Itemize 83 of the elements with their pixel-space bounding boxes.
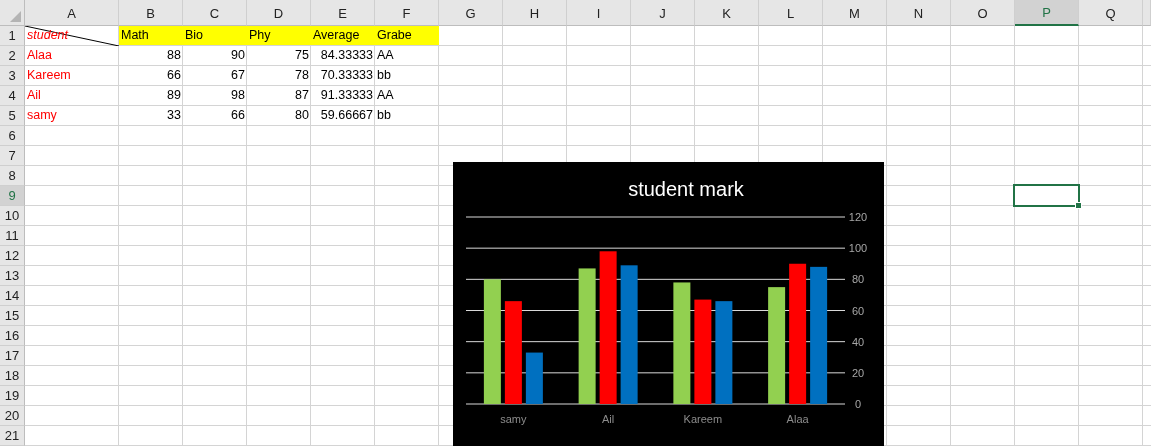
axis-label: 120 — [848, 211, 868, 223]
column-header[interactable]: O — [951, 0, 1015, 26]
bar — [525, 352, 543, 404]
table-cell-text: bb — [376, 107, 392, 124]
axis-label: Alaa — [786, 413, 809, 425]
row-header[interactable]: 11 — [0, 226, 25, 246]
table-cell-text: 75 — [294, 47, 310, 64]
chart-title: student mark — [628, 178, 744, 200]
table-cell-text: 66 — [230, 107, 246, 124]
column-header[interactable]: C — [183, 0, 247, 26]
axis-label: Kareem — [683, 413, 723, 425]
column-header[interactable]: D — [247, 0, 311, 26]
column-header[interactable]: J — [631, 0, 695, 26]
column-header[interactable]: L — [759, 0, 823, 26]
table-cell-text: 70.33333 — [319, 67, 374, 84]
table-cell-text: 67 — [230, 67, 246, 84]
header-cell: Average — [311, 26, 375, 46]
column-header[interactable]: E — [311, 0, 375, 26]
row-header[interactable]: 12 — [0, 246, 25, 266]
axis-label: 80 — [851, 273, 865, 286]
table-cell-text: 87 — [294, 87, 310, 104]
column-header[interactable]: P — [1015, 0, 1079, 26]
column-header[interactable]: K — [695, 0, 759, 26]
row-header[interactable]: 10 — [0, 206, 25, 226]
selected-cell[interactable] — [1013, 184, 1080, 207]
row-header[interactable]: 15 — [0, 306, 25, 326]
row-header[interactable]: 14 — [0, 286, 25, 306]
row-header[interactable]: 20 — [0, 406, 25, 426]
row-header[interactable]: 2 — [0, 46, 25, 66]
table-cell-text: 59.66667 — [319, 107, 374, 124]
column-header[interactable]: G — [439, 0, 503, 26]
column-header[interactable]: N — [887, 0, 951, 26]
header-cell: Bio — [183, 26, 247, 46]
table-cell-text: 80 — [294, 107, 310, 124]
row-header[interactable]: 8 — [0, 166, 25, 186]
column-header[interactable]: M — [823, 0, 887, 26]
row-header[interactable]: 4 — [0, 86, 25, 106]
column-header[interactable]: I — [567, 0, 631, 26]
row-header[interactable]: 16 — [0, 326, 25, 346]
table-cell-text: AA — [376, 47, 395, 64]
table-cell-text: 90 — [230, 47, 246, 64]
header-cell: Math — [119, 26, 183, 46]
column-header[interactable]: H — [503, 0, 567, 26]
table-cell-text: 78 — [294, 67, 310, 84]
row-header[interactable]: 5 — [0, 106, 25, 126]
column-header[interactable]: F — [375, 0, 439, 26]
row-header[interactable]: 1 — [0, 26, 25, 46]
table-cell-text: Alaa — [26, 47, 54, 64]
axis-label: 40 — [851, 335, 865, 348]
table-cell-text: 33 — [166, 107, 182, 124]
row-header[interactable]: 19 — [0, 386, 25, 406]
column-header[interactable]: A — [25, 0, 119, 26]
table-cell-text: Kareem — [26, 67, 72, 84]
table-cell-text: 88 — [166, 47, 182, 64]
column-header[interactable]: B — [119, 0, 183, 26]
table-cell: student — [27, 28, 68, 42]
row-header[interactable]: 17 — [0, 346, 25, 366]
row-header[interactable]: 21 — [0, 426, 25, 446]
row-header[interactable]: 3 — [0, 66, 25, 86]
table-cell-text: 84.33333 — [319, 47, 374, 64]
header-cell: Phy — [247, 26, 311, 46]
row-header[interactable]: 9 — [0, 186, 25, 206]
table-cell-text: Ail — [26, 87, 42, 104]
row-header[interactable]: 7 — [0, 146, 25, 166]
table-cell-text: 66 — [166, 67, 182, 84]
axis-label: 20 — [851, 366, 865, 379]
axis-label: Ail — [602, 413, 615, 425]
axis-label: 0 — [854, 398, 862, 410]
table-cell-text: AA — [376, 87, 395, 104]
axis-label: 60 — [851, 304, 865, 317]
axis-label: 100 — [848, 242, 868, 255]
column-header[interactable]: Q — [1079, 0, 1143, 26]
row-header[interactable]: 6 — [0, 126, 25, 146]
table-cell-text: 89 — [166, 87, 182, 104]
column-header — [1143, 0, 1151, 26]
row-header[interactable]: 18 — [0, 366, 25, 386]
table-cell-text: bb — [376, 67, 392, 84]
row-header[interactable]: 13 — [0, 266, 25, 286]
axis-label: samy — [500, 413, 527, 425]
table-cell-text: samy — [26, 107, 58, 124]
table-cell-text: 98 — [230, 87, 246, 104]
header-cell: Grabe — [375, 26, 439, 46]
table-cell-text: 91.33333 — [319, 87, 374, 104]
